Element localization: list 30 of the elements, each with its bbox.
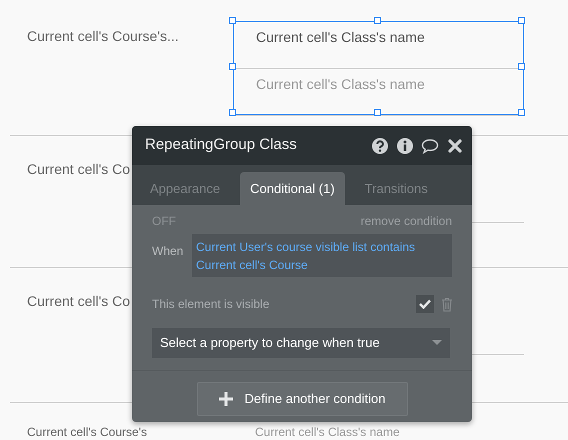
- cell-text: Current cell's Class's name: [256, 76, 425, 92]
- panel-title: RepeatingGroup Class: [145, 135, 298, 156]
- close-icon[interactable]: [446, 136, 464, 154]
- caret-icon: [432, 340, 442, 346]
- add-condition-button[interactable]: Define another condition: [196, 382, 408, 416]
- panel-tab[interactable]: Conditional (1): [240, 172, 345, 205]
- condition-expression[interactable]: Current User's course visible list contains Current cell's Course: [192, 234, 452, 277]
- resize-handle[interactable]: [229, 109, 236, 116]
- cell-text: Current cell's Class's name: [256, 29, 425, 45]
- resize-handle[interactable]: [518, 17, 525, 24]
- property-label: This element is visible: [152, 296, 270, 313]
- row-label: Current cell's Co: [27, 293, 130, 309]
- property-select[interactable]: Select a property to change when true: [152, 328, 450, 358]
- comment-icon[interactable]: [421, 136, 439, 154]
- resize-handle[interactable]: [229, 63, 236, 70]
- row-label: Current cell's Course's...: [27, 28, 179, 44]
- resize-handle[interactable]: [518, 109, 525, 116]
- resize-handle[interactable]: [518, 63, 525, 70]
- resize-handle[interactable]: [374, 17, 380, 24]
- resize-handle[interactable]: [374, 109, 380, 116]
- checkbox[interactable]: [416, 295, 434, 313]
- resize-handle[interactable]: [229, 17, 236, 24]
- help-icon[interactable]: [371, 136, 389, 154]
- cell-text: Current cell's Class's name: [255, 425, 400, 439]
- row-label: Current cell's Course's: [27, 425, 147, 439]
- info-icon[interactable]: [396, 136, 414, 154]
- trash-icon[interactable]: [441, 296, 453, 312]
- plus-icon: [218, 392, 233, 406]
- when-label: When: [152, 243, 184, 260]
- row-label: Current cell's Co: [27, 161, 130, 177]
